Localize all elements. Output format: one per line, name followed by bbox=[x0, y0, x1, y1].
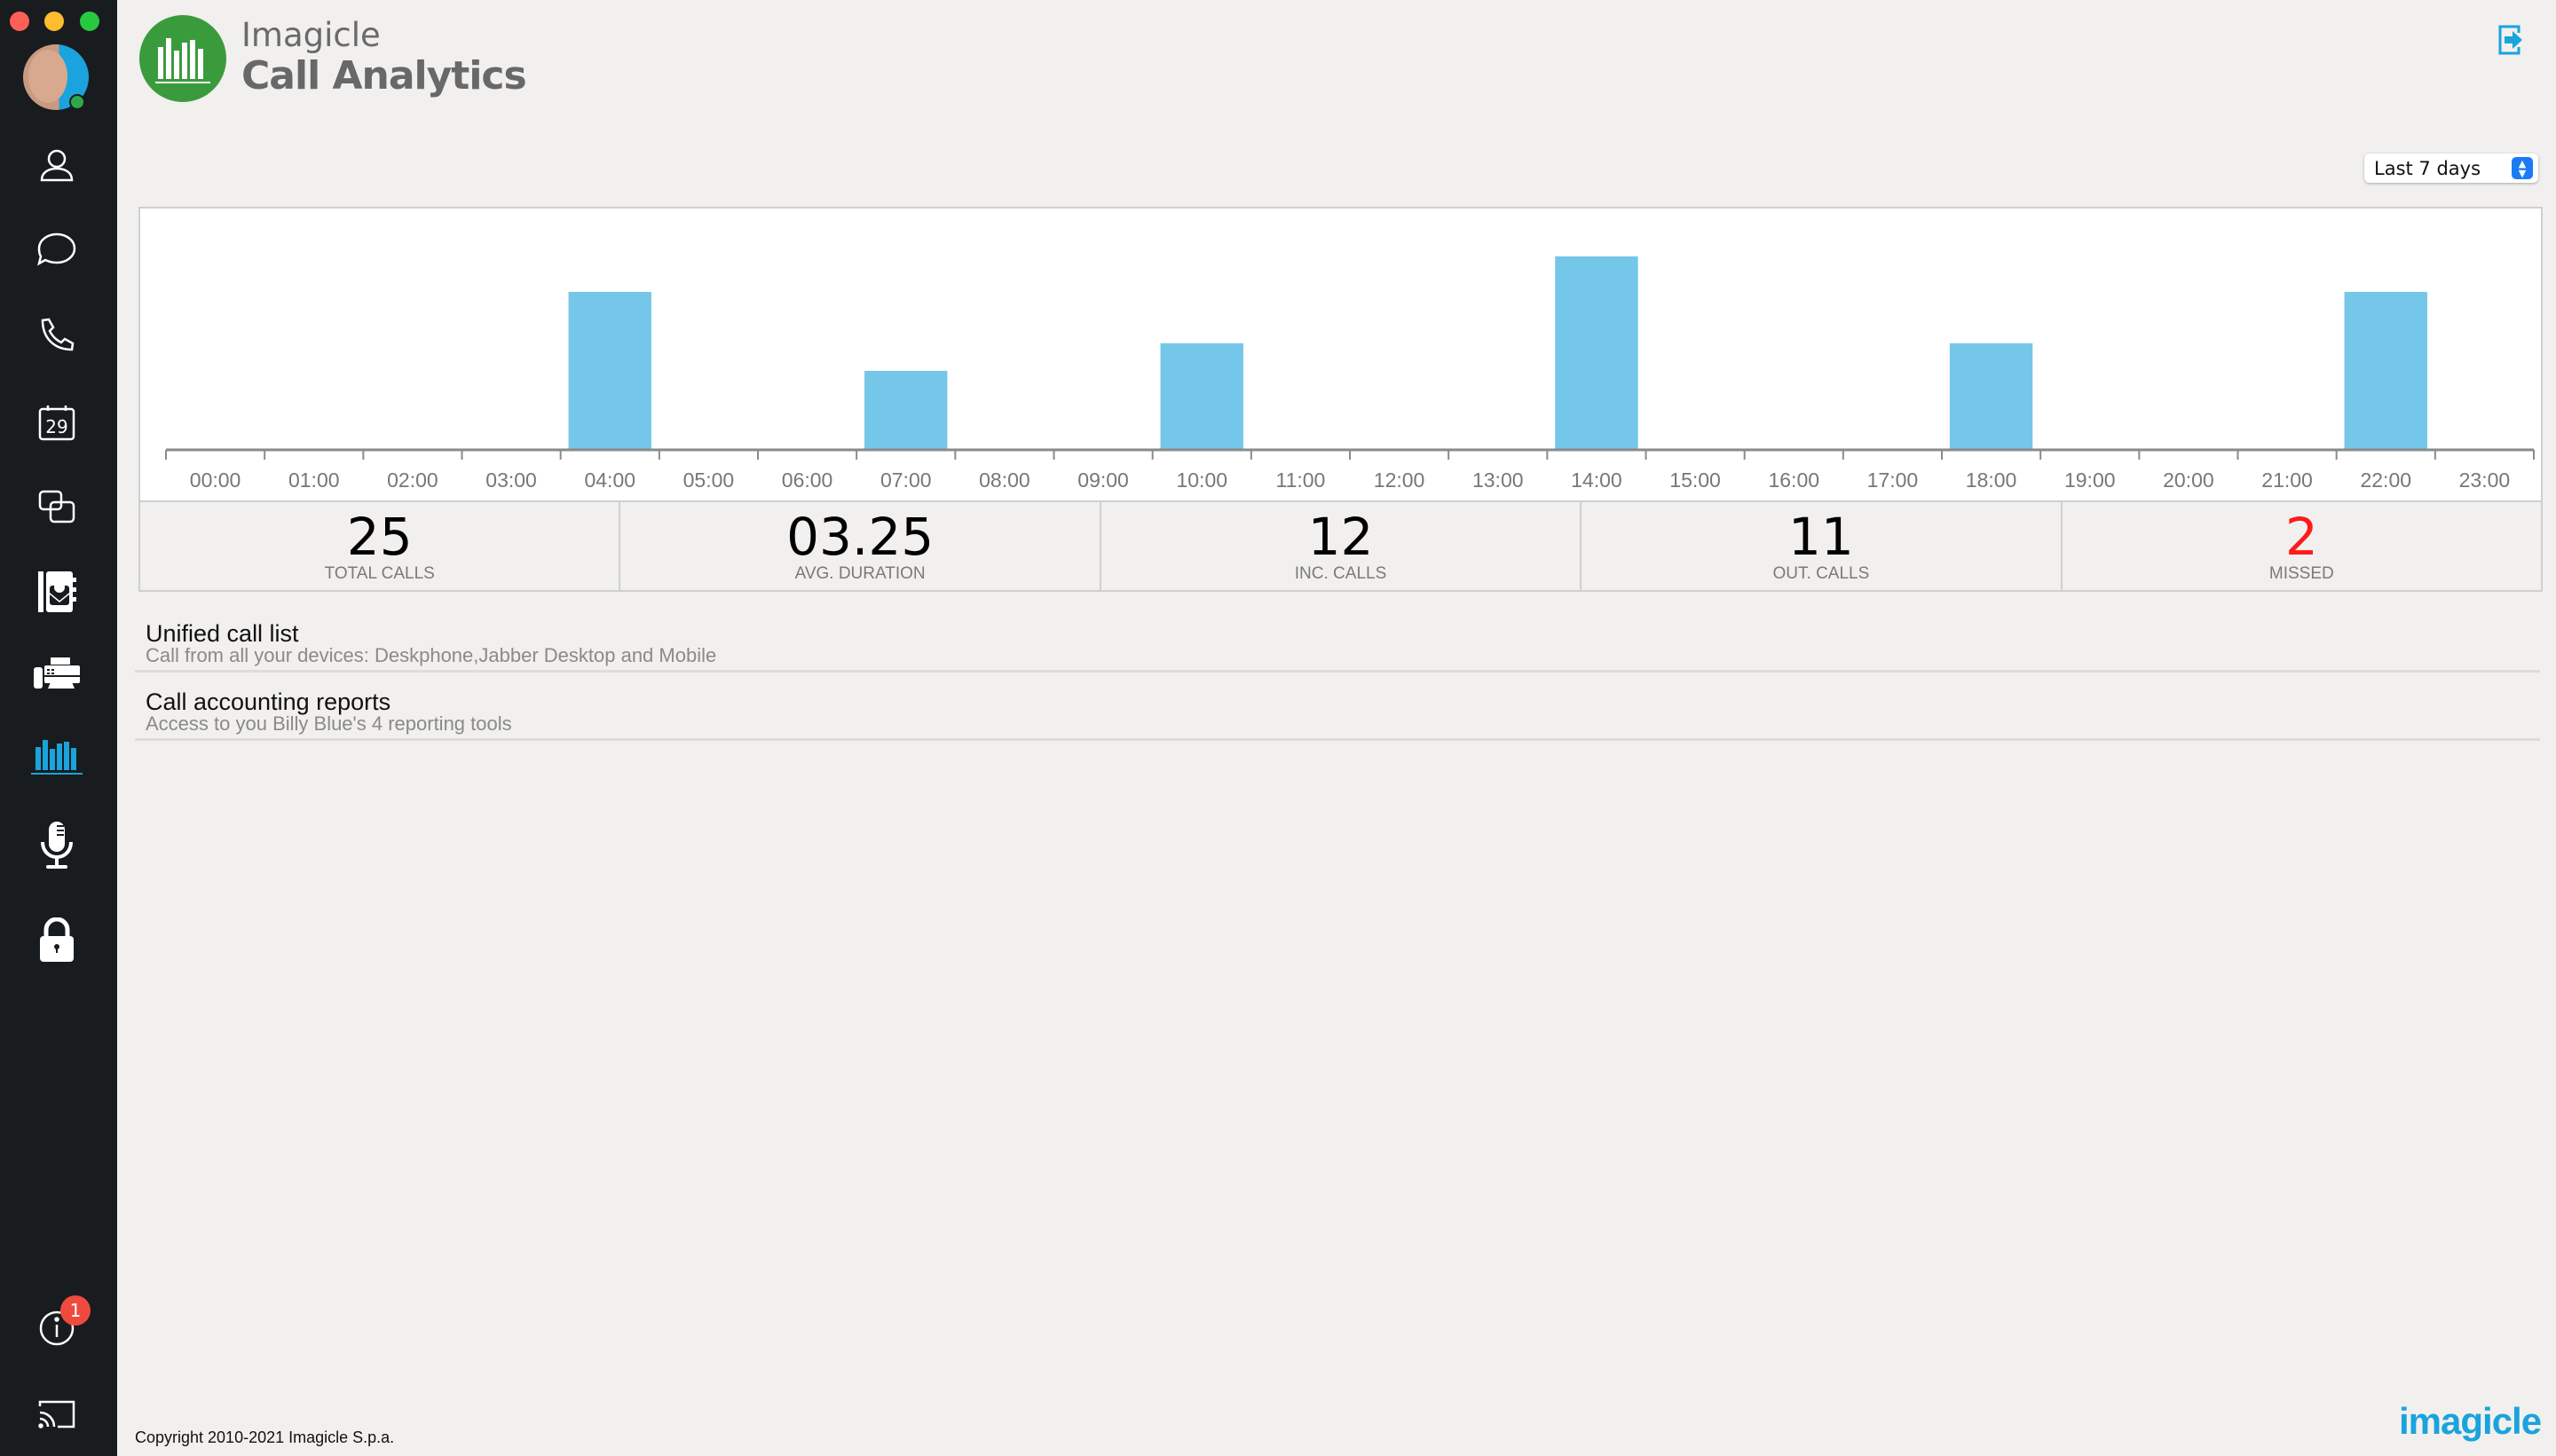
fax-icon bbox=[34, 657, 80, 689]
x-tick-label: 22:00 bbox=[2360, 468, 2411, 492]
zoom-window-button[interactable] bbox=[80, 12, 99, 31]
sidebar-item-chat[interactable] bbox=[30, 223, 83, 276]
stat-incoming-calls: 12 INC. CALLS bbox=[1101, 502, 1582, 590]
x-tick-label: 03:00 bbox=[485, 468, 537, 492]
brand-name: Imagicle bbox=[241, 16, 381, 54]
microphone-icon bbox=[41, 822, 73, 869]
hourly-calls-chart: 00:00 01:00 02:00 03:00 04:00 05:00 06:00 07:00… bbox=[138, 207, 2543, 500]
bar bbox=[2344, 292, 2427, 450]
link-subtitle: Access to you Billy Blue's 4 reporting t… bbox=[146, 712, 512, 735]
call-analytics-logo bbox=[139, 15, 226, 102]
stats-row: 25 TOTAL CALLS 03.25 AVG. DURATION 12 INC. … bbox=[138, 500, 2543, 592]
x-tick-label: 10:00 bbox=[1176, 468, 1227, 492]
sidebar-item-voice-recording[interactable] bbox=[30, 819, 83, 872]
stat-label: OUT. CALLS bbox=[1772, 564, 1870, 583]
stat-label: TOTAL CALLS bbox=[324, 564, 435, 583]
x-tick-label: 07:00 bbox=[880, 468, 932, 492]
chevron-up-down-icon: ▲ ▼ bbox=[2512, 157, 2533, 179]
stat-label: MISSED bbox=[2268, 564, 2334, 583]
cast-icon bbox=[38, 1400, 75, 1428]
stat-label: AVG. DURATION bbox=[794, 564, 926, 583]
overlapping-squares-icon bbox=[38, 490, 75, 523]
bar bbox=[1555, 256, 1638, 450]
chat-bubble-icon bbox=[37, 232, 76, 266]
sidebar-item-screen-share[interactable] bbox=[30, 480, 83, 533]
link-title: Call accounting reports bbox=[146, 689, 391, 715]
x-tick-label: 06:00 bbox=[782, 468, 833, 492]
calendar-icon: 29 bbox=[38, 405, 75, 441]
bar bbox=[864, 371, 948, 450]
link-title: Unified call list bbox=[146, 620, 299, 647]
exit-icon bbox=[2498, 25, 2522, 55]
sidebar-item-fax[interactable] bbox=[30, 648, 83, 701]
stat-outgoing-calls: 11 OUT. CALLS bbox=[1582, 502, 2063, 590]
link-call-accounting-reports[interactable]: Call accounting reports Access to you Bi… bbox=[135, 689, 2540, 741]
x-tick-label: 12:00 bbox=[1374, 468, 1425, 492]
stat-value: 12 bbox=[1307, 507, 1374, 567]
sidebar-item-cast[interactable] bbox=[30, 1388, 83, 1441]
lock-icon bbox=[40, 917, 74, 962]
stat-value: 2 bbox=[2284, 507, 2318, 567]
stat-missed-calls: 2 MISSED bbox=[2063, 502, 2541, 590]
x-tick-label: 04:00 bbox=[584, 468, 635, 492]
x-tick-label: 09:00 bbox=[1077, 468, 1129, 492]
copyright: Copyright 2010-2021 Imagicle S.p.a. bbox=[135, 1428, 395, 1446]
bar bbox=[568, 292, 651, 450]
x-tick-label: 11:00 bbox=[1275, 468, 1325, 492]
bar bbox=[1949, 342, 2033, 450]
x-tick-label: 14:00 bbox=[1571, 468, 1622, 492]
address-book-icon bbox=[38, 571, 76, 612]
sidebar-item-security[interactable] bbox=[30, 914, 83, 967]
sidebar-item-contacts[interactable] bbox=[30, 138, 83, 192]
stat-value: 25 bbox=[346, 507, 413, 567]
chart-canvas: 00:00 01:00 02:00 03:00 04:00 05:00 06:00 07:00… bbox=[165, 256, 2535, 492]
link-unified-call-list[interactable]: Unified call list Call from all your dev… bbox=[135, 621, 2540, 673]
link-subtitle: Call from all your devices: Deskphone,Ja… bbox=[146, 644, 717, 666]
imagicle-logo: imagicle bbox=[2399, 1400, 2542, 1442]
bar-chart-icon bbox=[31, 740, 83, 775]
bar bbox=[1160, 342, 1243, 450]
x-tick-label: 05:00 bbox=[683, 468, 735, 492]
logout-button[interactable] bbox=[2497, 24, 2524, 59]
sidebar-item-directory[interactable] bbox=[30, 565, 83, 618]
sidebar-item-calls[interactable] bbox=[30, 309, 83, 362]
x-tick-label: 21:00 bbox=[2261, 468, 2313, 492]
person-icon bbox=[40, 149, 74, 182]
x-tick-label: 01:00 bbox=[288, 468, 340, 492]
x-tick-label: 02:00 bbox=[387, 468, 438, 492]
stat-value: 03.25 bbox=[786, 507, 935, 567]
date-range-value: Last 7 days bbox=[2374, 158, 2481, 179]
stat-total-calls: 25 TOTAL CALLS bbox=[140, 502, 621, 590]
sidebar-item-calendar[interactable]: 29 bbox=[30, 396, 83, 449]
phone-icon bbox=[41, 318, 75, 351]
x-tick-label: 15:00 bbox=[1669, 468, 1721, 492]
close-window-button[interactable] bbox=[10, 12, 29, 31]
presence-status-indicator bbox=[69, 94, 85, 110]
notification-badge: 1 bbox=[60, 1295, 91, 1326]
page-title: Call Analytics bbox=[241, 53, 527, 98]
x-tick-label: 00:00 bbox=[190, 468, 241, 492]
stat-label: INC. CALLS bbox=[1294, 564, 1387, 583]
x-tick-label: 16:00 bbox=[1768, 468, 1819, 492]
x-tick-label: 20:00 bbox=[2163, 468, 2214, 492]
x-tick-label: 17:00 bbox=[1867, 468, 1919, 492]
sidebar-item-call-analytics[interactable] bbox=[30, 728, 83, 782]
minimize-window-button[interactable] bbox=[44, 12, 64, 31]
calendar-day: 29 bbox=[45, 416, 67, 437]
x-tick-label: 18:00 bbox=[1966, 468, 2017, 492]
x-tick-label: 13:00 bbox=[1472, 468, 1524, 492]
x-tick-label: 19:00 bbox=[2064, 468, 2116, 492]
sidebar: 29 1 bbox=[0, 0, 117, 1456]
x-tick-label: 08:00 bbox=[979, 468, 1030, 492]
date-range-select[interactable]: Last 7 days ▲ ▼ bbox=[2364, 153, 2538, 183]
stat-value: 11 bbox=[1788, 507, 1854, 567]
stat-avg-duration: 03.25 AVG. DURATION bbox=[620, 502, 1101, 590]
x-tick-label: 23:00 bbox=[2459, 468, 2511, 492]
